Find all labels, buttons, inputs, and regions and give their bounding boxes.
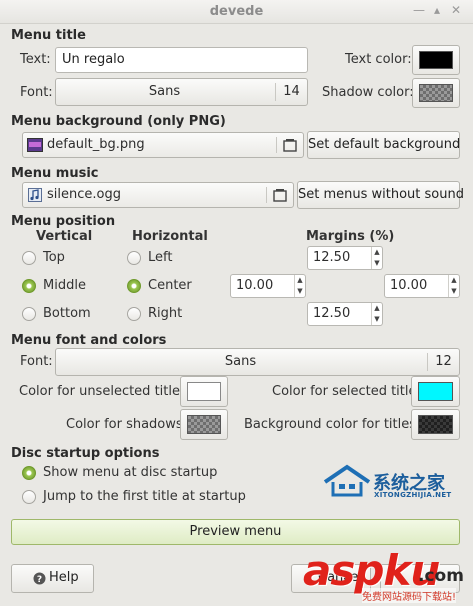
show-menu-label: Show menu at disc startup (43, 465, 218, 480)
spinner-arrows-icon[interactable]: ▲ ▼ (371, 247, 382, 269)
audio-file-icon (28, 188, 42, 202)
music-file-name: silence.ogg (47, 187, 121, 202)
vertical-label: Vertical (36, 229, 93, 244)
spinner-arrows-icon[interactable]: ▲ ▼ (448, 275, 459, 297)
vertical-top-label: Top (43, 250, 65, 265)
disc-startup-heading: Disc startup options (11, 446, 160, 461)
shadow-color-button[interactable] (412, 78, 460, 108)
horizontal-center-label: Center (148, 278, 192, 293)
help-icon: ? (33, 572, 46, 585)
menu-background-heading: Menu background (only PNG) (11, 114, 226, 129)
horizontal-left-radio[interactable] (127, 251, 141, 265)
shadows-color-label: Color for shadows: (66, 417, 188, 432)
shadows-color-button[interactable] (180, 409, 228, 440)
show-menu-radio[interactable] (22, 466, 36, 480)
window-title: devede (209, 4, 264, 19)
menu-font-name: Sans (224, 354, 257, 369)
margin-top-value: 12.50 (313, 250, 351, 265)
close-icon[interactable]: ✕ (449, 3, 463, 17)
unselected-color-button[interactable] (180, 376, 228, 407)
jump-first-title-radio[interactable] (22, 490, 36, 504)
set-menus-without-sound-button[interactable]: Set menus without sound (297, 181, 464, 209)
preview-menu-button[interactable]: Preview menu (11, 519, 460, 545)
title-font-size: 14 (275, 83, 307, 101)
margin-left-spinner[interactable]: 10.00 ▲ ▼ (230, 274, 306, 298)
menu-music-heading: Menu music (11, 166, 99, 181)
help-label: Help (49, 570, 79, 585)
font-colors-heading: Menu font and colors (11, 333, 167, 348)
margins-label: Margins (%) (306, 229, 395, 244)
menu-font-label: Font: (20, 354, 53, 369)
spinner-arrows-icon[interactable]: ▲ ▼ (294, 275, 305, 297)
shadows-color-swatch (187, 415, 221, 434)
folder-open-icon[interactable] (283, 138, 297, 152)
horizontal-left-label: Left (148, 250, 173, 265)
watermark-site-url: XITONGZHIJIA.NET (374, 491, 452, 499)
horizontal-right-label: Right (148, 306, 183, 321)
horizontal-right-radio[interactable] (127, 307, 141, 321)
title-bar: devede — ▴ ✕ (0, 0, 473, 24)
watermark-asp-slogan: 免费网站源码下载站! (362, 588, 457, 603)
svg-text:?: ? (37, 575, 42, 585)
house-logo-icon (323, 464, 371, 497)
menu-font-size: 12 (427, 353, 459, 371)
font-label: Font: (20, 85, 53, 100)
folder-open-icon[interactable] (273, 188, 287, 202)
text-color-label: Text color: (345, 52, 412, 67)
unselected-color-swatch (187, 382, 221, 401)
menu-text-input[interactable]: Un regalo (55, 47, 308, 73)
shadow-color-swatch (419, 84, 453, 102)
jump-first-title-label: Jump to the first title at startup (43, 489, 246, 504)
text-color-swatch (419, 51, 453, 69)
unselected-color-label: Color for unselected titles: (19, 384, 192, 399)
title-font-button[interactable]: Sans 14 (55, 78, 308, 106)
menu-position-heading: Menu position (11, 214, 116, 229)
margin-left-value: 10.00 (236, 278, 274, 293)
maximize-icon[interactable]: ▴ (430, 3, 444, 17)
music-file-chooser[interactable]: silence.ogg (22, 182, 294, 208)
margin-right-spinner[interactable]: 10.00 ▲ ▼ (384, 274, 460, 298)
bg-titles-color-swatch (418, 415, 453, 434)
margin-bottom-spinner[interactable]: 12.50 ▲ ▼ (307, 302, 383, 326)
vertical-top-radio[interactable] (22, 251, 36, 265)
background-file-name: default_bg.png (47, 137, 145, 152)
horizontal-center-radio[interactable] (127, 279, 141, 293)
margin-right-value: 10.00 (390, 278, 428, 293)
margin-top-spinner[interactable]: 12.50 ▲ ▼ (307, 246, 383, 270)
bg-titles-color-button[interactable] (411, 409, 460, 440)
selected-color-button[interactable] (411, 376, 460, 407)
minimize-icon[interactable]: — (412, 3, 426, 17)
menu-title-heading: Menu title (11, 28, 86, 43)
menu-font-button[interactable]: Sans 12 (55, 348, 460, 376)
image-file-icon (27, 138, 43, 152)
text-color-button[interactable] (412, 45, 460, 75)
vertical-middle-label: Middle (43, 278, 86, 293)
set-default-background-button[interactable]: Set default background (307, 131, 460, 159)
vertical-bottom-label: Bottom (43, 306, 91, 321)
vertical-middle-radio[interactable] (22, 279, 36, 293)
vertical-bottom-radio[interactable] (22, 307, 36, 321)
bg-titles-color-label: Background color for titles: (244, 417, 421, 432)
background-file-chooser[interactable]: default_bg.png (22, 132, 304, 158)
margin-bottom-value: 12.50 (313, 306, 351, 321)
spinner-arrows-icon[interactable]: ▲ ▼ (371, 303, 382, 325)
selected-color-swatch (418, 382, 453, 401)
shadow-color-label: Shadow color: (322, 85, 414, 100)
text-label: Text: (20, 52, 51, 67)
title-font-name: Sans (148, 84, 181, 99)
horizontal-label: Horizontal (132, 229, 208, 244)
watermark-asp-domain: .com (418, 566, 464, 586)
help-button[interactable]: ? Help (11, 564, 94, 593)
selected-color-label: Color for selected title: (272, 384, 421, 399)
